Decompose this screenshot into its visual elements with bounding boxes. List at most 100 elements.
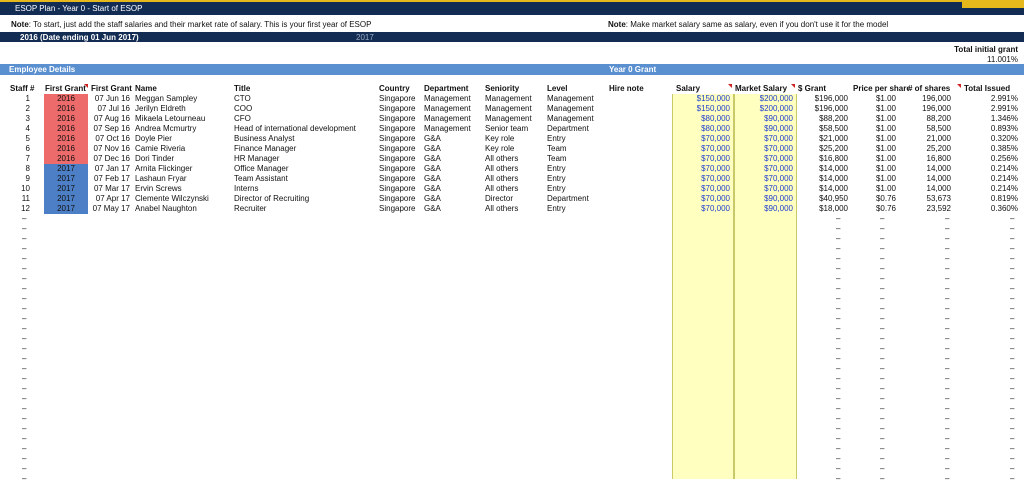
cell-dollar-grant[interactable]: $40,950 xyxy=(796,194,848,204)
cell-num-shares[interactable]: 14,000 xyxy=(896,184,951,194)
cell-country[interactable]: Singapore xyxy=(379,114,423,124)
cell-first-grant-date[interactable]: 07 Apr 17 xyxy=(88,194,130,204)
cell-num-shares[interactable]: 14,000 xyxy=(896,164,951,174)
cell-dollar-grant[interactable]: $25,200 xyxy=(796,144,848,154)
cell-first-grant-year[interactable]: 2017 xyxy=(44,194,88,204)
cell-salary[interactable]: $80,000 xyxy=(672,114,730,124)
cell-title[interactable]: Interns xyxy=(234,184,378,194)
cell-title[interactable]: CTO xyxy=(234,94,378,104)
cell-country[interactable]: Singapore xyxy=(379,124,423,134)
cell-level[interactable]: Entry xyxy=(547,134,608,144)
cell-salary[interactable]: $150,000 xyxy=(672,104,730,114)
cell-total-issued[interactable]: 1.346% xyxy=(958,114,1018,124)
cell-first-grant-date[interactable]: 07 Aug 16 xyxy=(88,114,130,124)
cell-level[interactable]: Management xyxy=(547,104,608,114)
cell-first-grant-year[interactable]: 2016 xyxy=(44,114,88,124)
cell-dollar-grant[interactable]: $88,200 xyxy=(796,114,848,124)
cell-first-grant-year[interactable]: 2017 xyxy=(44,164,88,174)
cell-salary[interactable]: $70,000 xyxy=(672,144,730,154)
cell-dollar-grant[interactable]: $14,000 xyxy=(796,164,848,174)
cell-total-issued[interactable]: 0.819% xyxy=(958,194,1018,204)
cell-market-salary[interactable]: $70,000 xyxy=(734,164,793,174)
cell-department[interactable]: Management xyxy=(424,94,484,104)
cell-num-shares[interactable]: 25,200 xyxy=(896,144,951,154)
cell-price-per-share[interactable]: $1.00 xyxy=(850,94,896,104)
cell-department[interactable]: G&A xyxy=(424,174,484,184)
cell-total-issued[interactable]: 0.256% xyxy=(958,154,1018,164)
cell-staff-num[interactable]: 2 xyxy=(8,104,30,114)
col-staff-num[interactable]: Staff # xyxy=(10,84,34,93)
cell-title[interactable]: Director of Recruiting xyxy=(234,194,378,204)
cell-dollar-grant[interactable]: $18,000 xyxy=(796,204,848,214)
cell-staff-num[interactable]: 12 xyxy=(8,204,30,214)
cell-level[interactable]: Management xyxy=(547,94,608,104)
cell-first-grant-year[interactable]: 2017 xyxy=(44,184,88,194)
cell-seniority[interactable]: Director xyxy=(485,194,546,204)
cell-title[interactable]: COO xyxy=(234,104,378,114)
cell-level[interactable]: Entry xyxy=(547,164,608,174)
cell-name[interactable]: Arnita Flickinger xyxy=(135,164,233,174)
cell-first-grant-date[interactable]: 07 Dec 16 xyxy=(88,154,130,164)
cell-name[interactable]: Clemente Wilczynski xyxy=(135,194,233,204)
cell-level[interactable]: Entry xyxy=(547,174,608,184)
cell-market-salary[interactable]: $70,000 xyxy=(734,174,793,184)
cell-level[interactable]: Department xyxy=(547,124,608,134)
cell-first-grant-year[interactable]: 2016 xyxy=(44,124,88,134)
cell-first-grant-date[interactable]: 07 Mar 17 xyxy=(88,184,130,194)
cell-first-grant-year[interactable]: 2016 xyxy=(44,144,88,154)
col-market-salary[interactable]: Market Salary xyxy=(735,84,787,93)
cell-price-per-share[interactable]: $1.00 xyxy=(850,124,896,134)
cell-seniority[interactable]: Key role xyxy=(485,134,546,144)
cell-market-salary[interactable]: $90,000 xyxy=(734,124,793,134)
cell-price-per-share[interactable]: $0.76 xyxy=(850,204,896,214)
cell-department[interactable]: G&A xyxy=(424,144,484,154)
col-level[interactable]: Level xyxy=(547,84,567,93)
cell-dollar-grant[interactable]: $21,000 xyxy=(796,134,848,144)
cell-num-shares[interactable]: 196,000 xyxy=(896,94,951,104)
col-hire-note[interactable]: Hire note xyxy=(609,84,644,93)
cell-market-salary[interactable]: $90,000 xyxy=(734,204,793,214)
cell-title[interactable]: HR Manager xyxy=(234,154,378,164)
cell-name[interactable]: Jerilyn Eldreth xyxy=(135,104,233,114)
cell-staff-num[interactable]: 6 xyxy=(8,144,30,154)
cell-country[interactable]: Singapore xyxy=(379,94,423,104)
cell-salary[interactable]: $70,000 xyxy=(672,184,730,194)
cell-department[interactable]: G&A xyxy=(424,164,484,174)
cell-total-issued[interactable]: 0.320% xyxy=(958,134,1018,144)
cell-dollar-grant[interactable]: $14,000 xyxy=(796,174,848,184)
cell-department[interactable]: G&A xyxy=(424,154,484,164)
cell-title[interactable]: Finance Manager xyxy=(234,144,378,154)
cell-staff-num[interactable]: 7 xyxy=(8,154,30,164)
col-department[interactable]: Department xyxy=(424,84,468,93)
cell-name[interactable]: Anabel Naughton xyxy=(135,204,233,214)
cell-market-salary[interactable]: $70,000 xyxy=(734,144,793,154)
cell-title[interactable]: Office Manager xyxy=(234,164,378,174)
cell-country[interactable]: Singapore xyxy=(379,104,423,114)
cell-price-per-share[interactable]: $1.00 xyxy=(850,154,896,164)
cell-level[interactable]: Team xyxy=(547,154,608,164)
cell-staff-num[interactable]: 5 xyxy=(8,134,30,144)
cell-first-grant-date[interactable]: 07 Jul 16 xyxy=(88,104,130,114)
cell-price-per-share[interactable]: $1.00 xyxy=(850,104,896,114)
cell-num-shares[interactable]: 196,000 xyxy=(896,104,951,114)
cell-dollar-grant[interactable]: $196,000 xyxy=(796,104,848,114)
col-title[interactable]: Title xyxy=(234,84,250,93)
cell-salary[interactable]: $70,000 xyxy=(672,154,730,164)
cell-country[interactable]: Singapore xyxy=(379,194,423,204)
cell-salary[interactable]: $70,000 xyxy=(672,134,730,144)
cell-name[interactable]: Dori Tinder xyxy=(135,154,233,164)
cell-department[interactable]: G&A xyxy=(424,184,484,194)
cell-dollar-grant[interactable]: $16,800 xyxy=(796,154,848,164)
cell-level[interactable]: Entry xyxy=(547,184,608,194)
cell-salary[interactable]: $70,000 xyxy=(672,204,730,214)
cell-price-per-share[interactable]: $1.00 xyxy=(850,174,896,184)
cell-seniority[interactable]: All others xyxy=(485,154,546,164)
cell-total-issued[interactable]: 0.893% xyxy=(958,124,1018,134)
cell-department[interactable]: G&A xyxy=(424,134,484,144)
cell-market-salary[interactable]: $90,000 xyxy=(734,114,793,124)
cell-first-grant-year[interactable]: 2016 xyxy=(44,154,88,164)
col-first-grant-date[interactable]: First Grant xyxy=(91,84,132,93)
cell-market-salary[interactable]: $200,000 xyxy=(734,104,793,114)
cell-first-grant-date[interactable]: 07 Sep 16 xyxy=(88,124,130,134)
cell-staff-num[interactable]: 8 xyxy=(8,164,30,174)
